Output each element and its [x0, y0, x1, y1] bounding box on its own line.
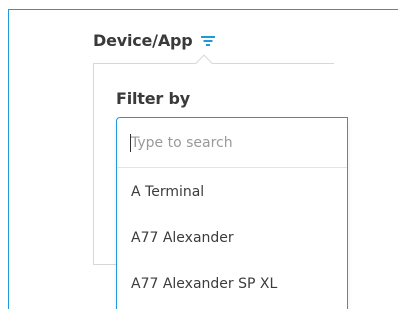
- screen: Device/App Filter by A Terminal A77 Alex…: [0, 0, 398, 309]
- text-caret: [130, 134, 131, 152]
- column-title: Device/App: [93, 30, 193, 50]
- panel-border-top: [8, 9, 398, 10]
- list-item[interactable]: A Terminal: [117, 169, 347, 215]
- filter-icon[interactable]: [200, 34, 216, 48]
- list-item[interactable]: A77 Alexander: [117, 215, 347, 261]
- filter-dropdown: A Terminal A77 Alexander A77 Alexander S…: [116, 117, 348, 309]
- list-item[interactable]: A77 Alexander SP XL: [117, 261, 347, 307]
- column-header-device-app[interactable]: Device/App: [93, 28, 216, 52]
- filter-heading: Filter by: [116, 89, 190, 108]
- search-input[interactable]: [117, 118, 347, 168]
- panel-border-left: [8, 9, 9, 309]
- options-list: A Terminal A77 Alexander A77 Alexander S…: [117, 169, 347, 307]
